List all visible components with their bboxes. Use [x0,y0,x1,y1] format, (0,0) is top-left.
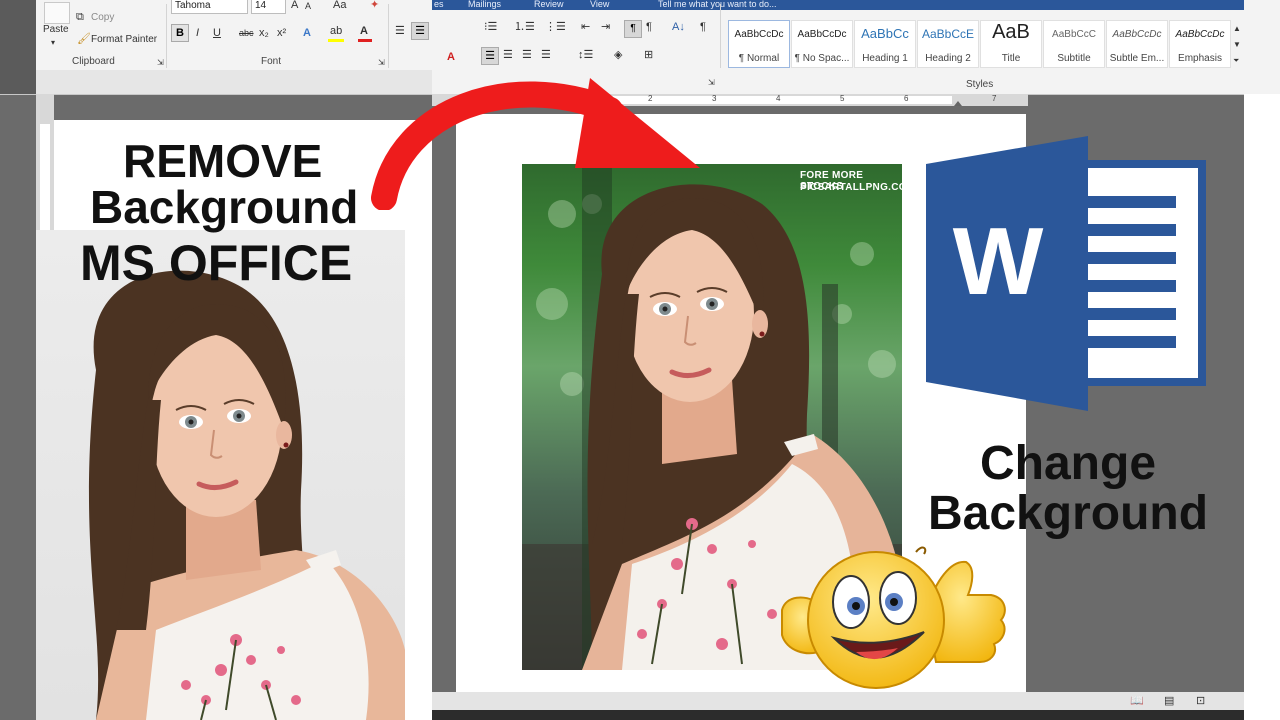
font-color-button[interactable]: A [358,25,372,42]
gallery-scroll-up-icon[interactable]: ▲ [1233,22,1241,36]
style-label: ¶ No Spac... [794,53,850,64]
change-case-button[interactable]: Aa [333,0,346,12]
style-label: Heading 1 [862,53,908,64]
strikethrough-button[interactable]: abc [239,26,254,40]
superscript-button[interactable]: x² [277,26,286,40]
thumbs-up-emoji-icon [781,546,1006,689]
change-title: Change [980,437,1157,490]
underline-button[interactable]: U [213,26,221,40]
align-center-icon[interactable]: ☰ [411,22,429,40]
ltr-button[interactable]: ¶ [624,20,642,38]
show-formatting-icon[interactable]: ¶ [700,20,706,34]
word-logo: W [926,136,1206,411]
shrink-font-icon[interactable]: A [305,0,311,13]
status-bar: 📖 ▤ ⊡ [432,692,1244,710]
sort-icon[interactable]: A↓ [672,20,685,34]
style-preview: AaBbCcDc [734,29,784,40]
tell-me-search[interactable]: Tell me what you want to do... [658,0,777,9]
right-margin [1244,0,1280,720]
style-label: ¶ Normal [738,53,780,64]
background-title-left: Background [90,181,359,233]
ribbon-left-edge [0,0,36,94]
font-name-box[interactable]: Tahoma [171,0,248,14]
paste-button[interactable]: Paste [43,24,69,35]
ruler-number: 3 [712,94,717,103]
copy-icon: ⧉ [76,11,84,23]
ruler-number: 7 [992,94,997,103]
decrease-indent-icon[interactable]: ⇤ [581,20,590,34]
format-painter-button[interactable]: Format Painter [91,34,157,45]
print-layout-icon[interactable]: ▤ [1164,694,1174,708]
style-preview: AaBbCcC [1052,29,1096,40]
original-photo [36,230,405,720]
web-layout-icon[interactable]: ⊡ [1196,694,1205,708]
subscript-button[interactable]: x₂ [259,26,269,40]
dialog-launcher-icon[interactable]: ⇲ [157,56,164,70]
word-letter: W [953,208,1044,315]
grow-font-icon[interactable]: A [291,0,298,12]
red-curved-arrow [371,78,700,210]
style-preview: AaB [992,21,1030,43]
ms-office-title: MS OFFICE [80,235,353,291]
style-preview: AaBbCcDc [1112,29,1162,40]
multilevel-list-icon[interactable]: ⋮☰ [545,20,566,34]
style-preview: AaBbCcDc [1175,29,1225,40]
align-left-icon[interactable]: ☰ [395,24,405,38]
ruler-number: 5 [840,94,845,103]
rtl-icon[interactable]: ¶ [646,20,652,34]
tab-partial[interactable]: es [434,0,444,9]
style-subtitle[interactable]: AaBbCcC Subtitle [1043,20,1105,68]
tab-review[interactable]: Review [534,0,564,9]
read-mode-icon[interactable]: 📖 [1130,694,1144,708]
style-label: Title [1001,53,1021,64]
font-group-label: Font [261,56,282,67]
format-painter-icon: 🖌 [77,33,91,45]
style-preview: AaBbCc [861,26,909,41]
style-normal[interactable]: AaBbCcDc ¶ Normal [728,20,790,68]
style-heading-1[interactable]: AaBbCc Heading 1 [854,20,916,68]
paste-icon[interactable] [44,2,70,24]
style-preview: AaBbCcE [921,27,975,41]
italic-button[interactable]: I [196,26,199,40]
watermark-line-2: PICSARTALLPNG.COM [800,182,902,193]
style-no-spacing[interactable]: AaBbCcDc ¶ No Spac... [791,20,853,68]
ruler-number: 6 [904,94,909,103]
style-heading-2[interactable]: AaBbCcE Heading 2 [917,20,979,68]
gallery-scroll-down-icon[interactable]: ▼ [1233,38,1241,52]
highlight-color-button[interactable]: ab [328,25,344,42]
style-label: Subtitle [1057,53,1091,64]
style-subtle-emphasis[interactable]: AaBbCcDc Subtle Em... [1106,20,1168,68]
style-preview: AaBbCcDc [797,29,847,40]
styles-group-label: Styles [966,79,994,90]
highlighter-icon: ab [330,25,343,37]
gallery-more-icon[interactable]: ⏷ [1233,54,1239,68]
taskbar-strip [432,710,1280,720]
tab-view[interactable]: View [590,0,609,9]
bullets-icon[interactable]: ⁝☰ [484,20,497,34]
background-title-right: Background [928,487,1209,540]
text-effects-icon[interactable]: A [303,26,311,40]
bold-button[interactable]: B [171,24,189,42]
clipboard-group-label: Clipboard [72,56,115,67]
copy-button[interactable]: Copy [91,12,114,23]
tab-mailings[interactable]: Mailings [468,0,501,9]
numbering-icon[interactable]: ⒈☰ [514,20,535,34]
clear-formatting-icon[interactable]: ✦ [370,0,379,12]
font-size-box[interactable]: 14 [251,0,286,14]
dialog-launcher-icon[interactable]: ⇲ [708,76,715,90]
ruler-number: 4 [776,94,781,103]
chevron-down-icon[interactable]: ▾ [51,36,55,50]
tab-strip: es Mailings Review View Tell me what you… [432,0,1280,10]
style-title[interactable]: AaB Title [980,20,1042,68]
increase-indent-icon[interactable]: ⇥ [601,20,610,34]
style-label: Subtle Em... [1109,53,1165,64]
font-color-icon: A [360,25,368,37]
style-label: Heading 2 [925,53,971,64]
style-label: Emphasis [1178,53,1222,64]
style-emphasis[interactable]: AaBbCcDc Emphasis [1169,20,1231,68]
